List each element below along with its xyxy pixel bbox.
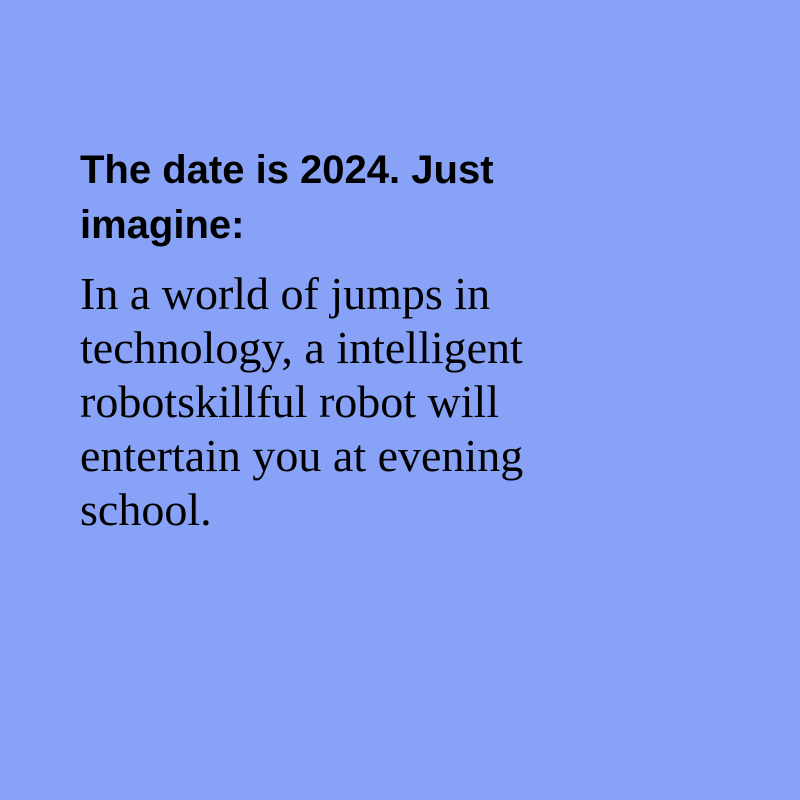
heading-text: The date is 2024. Just imagine: <box>80 148 494 247</box>
card-background: The date is 2024. Just imagine: In a wor… <box>0 0 800 800</box>
body-text: In a world of jumps in technology, a int… <box>80 268 524 535</box>
